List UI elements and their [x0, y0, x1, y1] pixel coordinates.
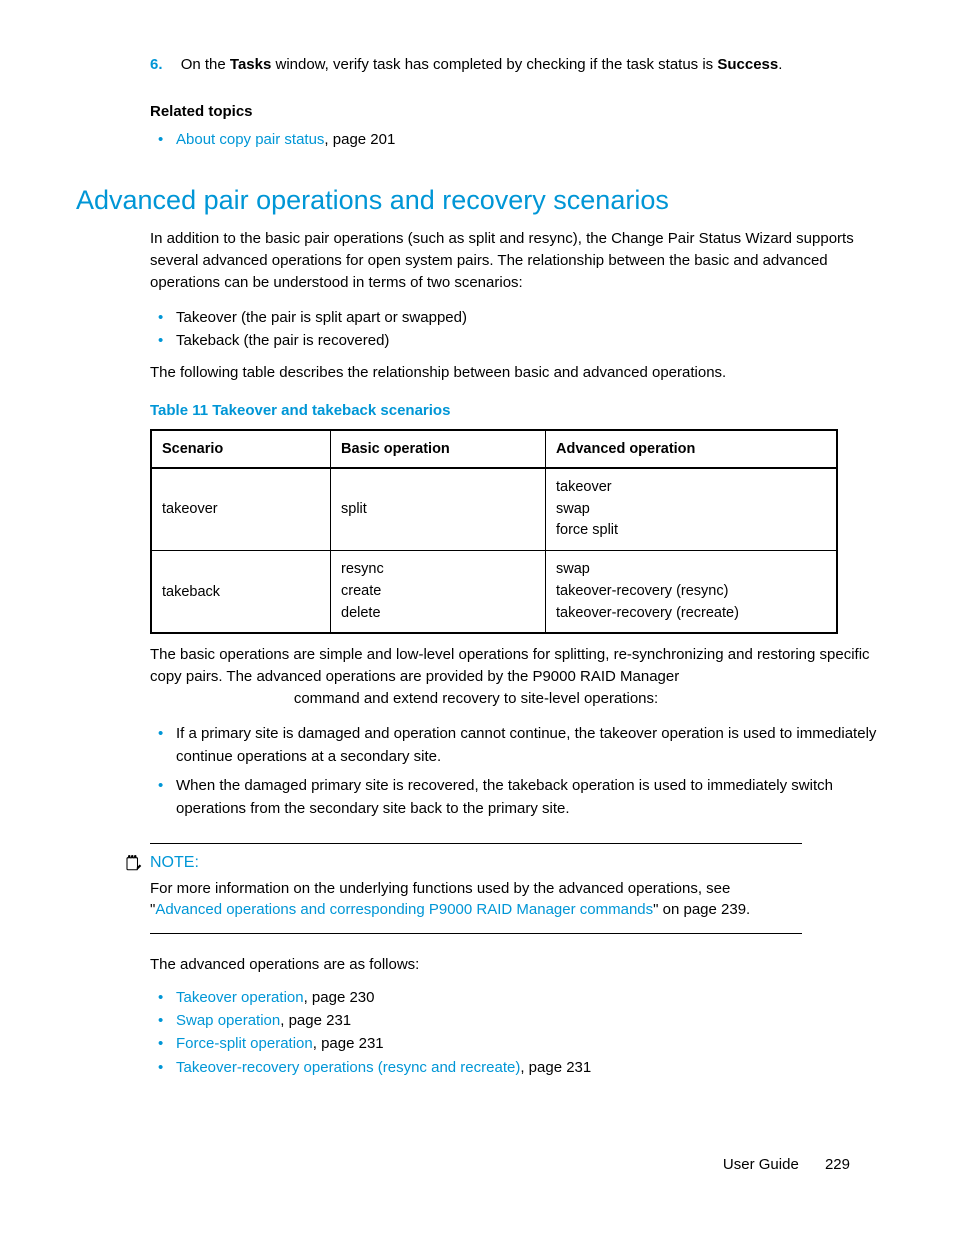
page-ref: , page 230: [304, 989, 375, 1006]
section-heading: Advanced pair operations and recovery sc…: [76, 185, 878, 216]
intro-paragraph: In addition to the basic pair operations…: [150, 228, 878, 293]
col-basic: Basic operation: [331, 430, 546, 468]
page-ref: , page 231: [520, 1059, 591, 1076]
col-advanced: Advanced operation: [546, 430, 838, 468]
advanced-operations-list: Takeover operation, page 230 Swap operat…: [150, 986, 878, 1079]
page-ref: , page 231: [280, 1012, 351, 1029]
cell-advanced: takeover swap force split: [546, 468, 838, 551]
link-takeover-operation[interactable]: Takeover operation: [176, 989, 304, 1006]
link-takeover-recovery-operations[interactable]: Takeover-recovery operations (resync and…: [176, 1059, 520, 1076]
cell-basic: resync create delete: [331, 551, 546, 634]
page-footer: User Guide 229: [723, 1156, 850, 1173]
col-scenario: Scenario: [151, 430, 331, 468]
step-text-status: Success: [717, 56, 778, 73]
table-row: takeback resync create delete swap takeo…: [151, 551, 837, 634]
list-item: Takeback (the pair is recovered): [176, 329, 878, 352]
cell-scenario: takeover: [151, 468, 331, 551]
list-item: Takeover operation, page 230: [176, 986, 878, 1009]
page-ref: , page 201: [324, 131, 395, 148]
list-item: If a primary site is damaged and operati…: [176, 722, 878, 769]
list-item: Swap operation, page 231: [176, 1009, 878, 1032]
step-text-mid: window, verify task has completed by che…: [271, 56, 717, 73]
table-header-row: Scenario Basic operation Advanced operat…: [151, 430, 837, 468]
step-text-post: .: [778, 56, 782, 73]
step-text-window: Tasks: [230, 56, 271, 73]
table-caption: Table 11 Takeover and takeback scenarios: [150, 402, 878, 419]
page-number: 229: [825, 1156, 850, 1173]
link-about-copy-pair-status[interactable]: About copy pair status: [176, 131, 324, 148]
table-lead-paragraph: The following table describes the relati…: [150, 362, 878, 384]
note-label: NOTE:: [150, 854, 802, 872]
list-item: Takeover (the pair is split apart or swa…: [176, 306, 878, 329]
cell-basic: split: [331, 468, 546, 551]
page-ref: , page 231: [313, 1035, 384, 1052]
cell-scenario: takeback: [151, 551, 331, 634]
step-text-pre: On the: [181, 56, 230, 73]
after-table-paragraph: The basic operations are simple and low-…: [150, 644, 878, 709]
list-item: Force-split operation, page 231: [176, 1032, 878, 1055]
adv-ops-lead: The advanced operations are as follows:: [150, 954, 878, 976]
related-topics-heading: Related topics: [150, 103, 878, 120]
list-item: When the damaged primary site is recover…: [176, 774, 878, 821]
note-text: For more information on the underlying f…: [150, 878, 802, 922]
table-row: takeover split takeover swap force split: [151, 468, 837, 551]
link-force-split-operation[interactable]: Force-split operation: [176, 1035, 313, 1052]
link-advanced-operations-raid[interactable]: Advanced operations and corresponding P9…: [155, 901, 653, 918]
step-6: 6. On the Tasks window, verify task has …: [150, 54, 878, 75]
note-icon: [124, 854, 142, 877]
link-swap-operation[interactable]: Swap operation: [176, 1012, 280, 1029]
footer-label: User Guide: [723, 1156, 799, 1173]
site-points-list: If a primary site is damaged and operati…: [150, 722, 878, 821]
list-item: Takeover-recovery operations (resync and…: [176, 1056, 878, 1079]
scenario-list: Takeover (the pair is split apart or swa…: [150, 306, 878, 353]
list-item: About copy pair status, page 201: [176, 128, 878, 151]
note-block: NOTE: For more information on the underl…: [150, 843, 802, 935]
related-topics-list: About copy pair status, page 201: [150, 128, 878, 151]
takeover-takeback-table: Scenario Basic operation Advanced operat…: [150, 429, 838, 635]
step-number: 6.: [150, 56, 163, 73]
cell-advanced: swap takeover-recovery (resync) takeover…: [546, 551, 838, 634]
